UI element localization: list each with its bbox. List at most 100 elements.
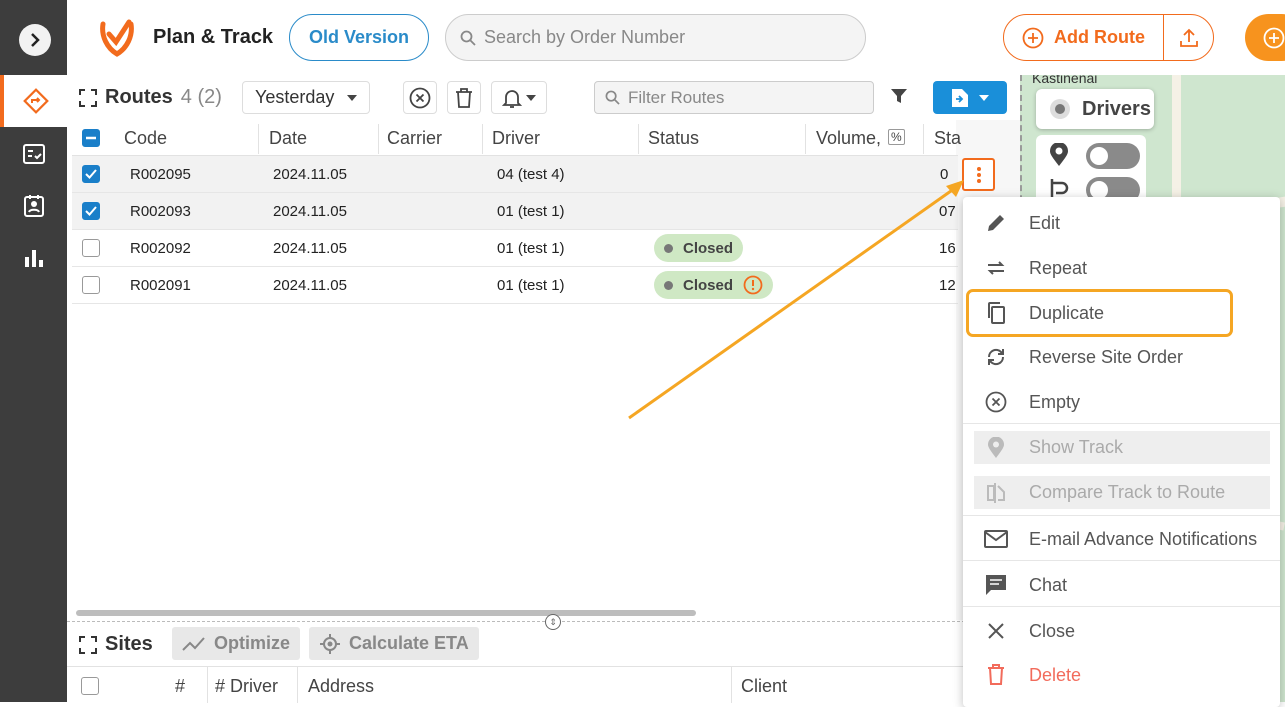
contact-card-icon [23,195,44,217]
row-checkbox[interactable] [82,276,100,294]
nav-item-drivers[interactable] [0,180,67,232]
expand-nav-button[interactable] [19,24,51,56]
circle-x-icon [985,391,1007,413]
export-dropdown-button[interactable] [933,81,1007,114]
table-row[interactable]: R002095 2024.11.05 04 (test 4) 0 [72,156,958,193]
optimize-button[interactable]: Optimize [172,627,301,660]
row-checkbox[interactable] [82,202,100,220]
menu-item-email-notifications[interactable]: E-mail Advance Notifications [963,517,1280,561]
clear-selection-button[interactable] [403,81,437,114]
filter-routes-box[interactable] [594,81,874,114]
table-row[interactable]: R002091 2024.11.05 01 (test 1) Closed 12 [72,267,958,304]
cell-start: 0 [940,166,949,183]
cell-code: R002092 [130,240,191,257]
cell-date: 2024.11.05 [273,166,347,183]
search-icon [460,30,476,46]
col-driver[interactable]: Driver [492,128,540,149]
cell-date: 2024.11.05 [273,203,347,220]
cell-code: R002091 [130,277,191,294]
add-route-group: Add Route [1003,14,1214,61]
mail-icon [984,530,1008,548]
cell-start: 16 [939,240,956,257]
radio-target-icon [1050,99,1070,119]
horizontal-scrollbar[interactable] [76,610,696,616]
order-search-input[interactable] [484,27,844,48]
cell-start: 12 [939,277,956,294]
select-all-checkbox[interactable] [82,129,100,147]
optimize-label: Optimize [214,633,291,653]
cell-driver: 01 (test 1) [497,277,565,294]
trend-icon [182,636,205,651]
nav-item-reports[interactable] [0,232,67,284]
routes-toolbar: Routes 4 (2) Yesterday [67,75,1020,120]
nav-item-orders[interactable] [0,128,67,180]
delete-routes-button[interactable] [447,81,481,114]
add-route-button[interactable]: Add Route [1004,15,1164,60]
table-row[interactable]: R002093 2024.11.05 01 (test 1) 07 [72,193,958,230]
checklist-icon [22,144,45,164]
old-version-button[interactable]: Old Version [289,14,429,61]
drivers-layer-toggle[interactable]: Drivers [1036,89,1154,129]
col-client[interactable]: Client [741,676,787,697]
col-start[interactable]: Sta [934,128,961,149]
sites-table-header: # # Driver Address Client [67,666,1020,703]
col-site-driver[interactable]: # Driver [215,676,278,697]
cell-start: 07 [939,203,956,220]
order-search-box[interactable] [445,14,866,61]
col-carrier[interactable]: Carrier [387,128,442,149]
menu-item-repeat[interactable]: Repeat [963,246,1280,290]
app-title: Plan & Track [153,26,274,48]
cell-driver: 04 (test 4) [497,166,565,183]
routes-count: 4 (2) [180,86,222,108]
map-layer-toggles [1036,135,1146,205]
filter-funnel-icon[interactable] [889,86,909,111]
filter-routes-input[interactable] [628,87,858,108]
minus-icon [86,136,96,140]
sites-select-all-checkbox[interactable] [81,677,99,695]
col-volume[interactable]: Volume, [816,128,881,149]
notifications-dropdown[interactable] [491,81,547,114]
row-actions-menu-button[interactable] [962,158,995,191]
fullscreen-icon[interactable] [79,88,97,107]
upload-button[interactable] [1164,27,1213,49]
quick-add-button[interactable] [1245,14,1285,61]
calculate-eta-button[interactable]: Calculate ETA [309,627,479,660]
menu-item-close[interactable]: Close [963,609,1280,653]
col-address[interactable]: Address [308,676,374,697]
routes-table: Code Date Carrier Driver Status Volume, … [72,120,961,304]
repeat-icon [987,261,1005,275]
bell-icon [502,89,522,108]
add-route-label: Add Route [1054,27,1145,47]
row-checkbox[interactable] [82,165,100,183]
col-status[interactable]: Status [648,128,699,149]
menu-item-compare-track: Compare Track to Route [974,476,1270,509]
col-date[interactable]: Date [269,128,307,149]
date-filter-dropdown[interactable]: Yesterday [242,81,370,114]
cell-driver: 01 (test 1) [497,203,565,220]
menu-item-reverse-site-order[interactable]: Reverse Site Order [963,335,1280,379]
table-row[interactable]: R002092 2024.11.05 01 (test 1) Closed 16 [72,230,958,267]
routes-header: Routes 4 (2) [79,86,222,109]
caret-down-icon [526,94,536,101]
menu-item-edit[interactable]: Edit [963,201,1280,245]
status-dot-icon [664,243,673,253]
col-code[interactable]: Code [124,128,167,149]
menu-item-chat[interactable]: Chat [963,563,1280,607]
sites-title: Sites [105,633,153,655]
fullscreen-icon[interactable] [79,635,97,654]
col-site-number[interactable]: # [175,676,185,697]
warning-circle-icon[interactable] [743,275,763,295]
row-checkbox[interactable] [82,239,100,257]
nav-item-routes[interactable] [0,75,67,127]
menu-item-delete[interactable]: Delete [963,653,1280,697]
calculate-eta-label: Calculate ETA [349,633,469,653]
circle-x-icon [409,87,431,108]
col-volume-unit: % [888,129,905,145]
search-icon [605,90,620,105]
track-toggle[interactable] [1086,143,1140,169]
menu-item-empty[interactable]: Empty [963,380,1280,424]
trash-icon [456,87,472,108]
row-context-menu: Edit Repeat Duplicate Reverse Site Order… [963,197,1280,707]
caret-down-icon [979,94,989,101]
drivers-label: Drivers [1082,97,1151,120]
